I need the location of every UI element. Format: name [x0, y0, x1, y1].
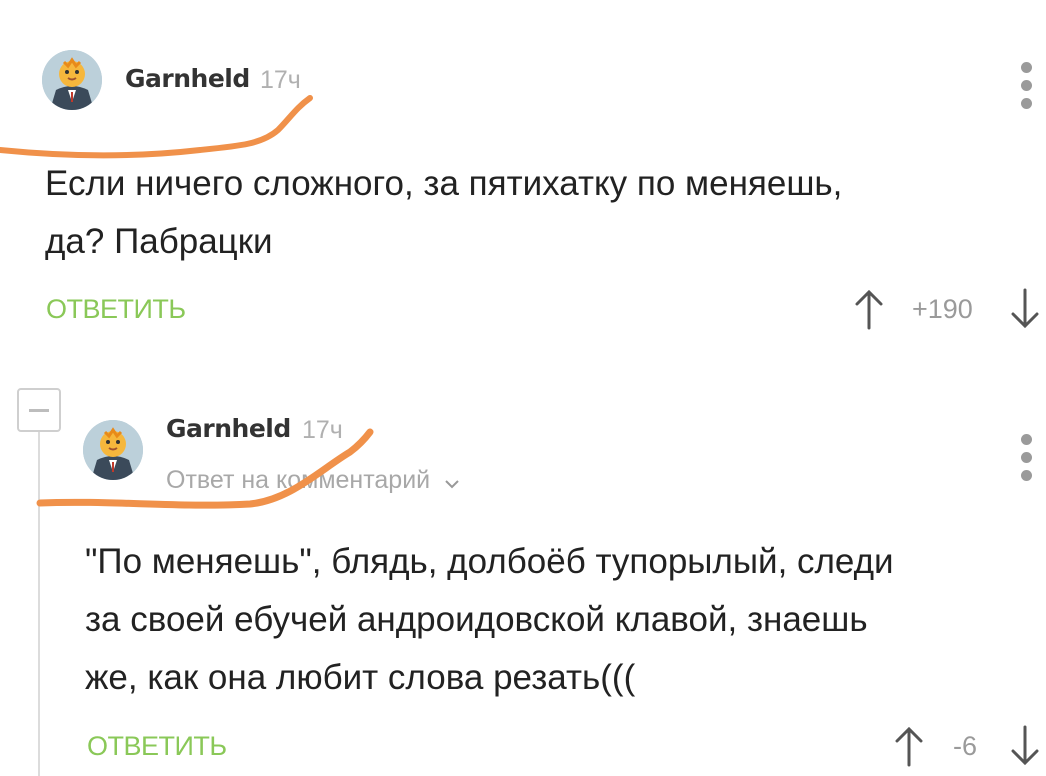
- comment-text: "По меняешь", блядь, долбоёб тупорылый, …: [85, 533, 1035, 707]
- comment-text-line: да? Пабрацки: [45, 222, 273, 261]
- arrow-down-icon[interactable]: [1008, 725, 1042, 767]
- rating-value: +190: [912, 294, 973, 324]
- comment-text-line: за своей ебучей андроидовской клавой, зн…: [85, 600, 868, 639]
- arrow-up-icon[interactable]: [852, 288, 886, 330]
- arrow-down-icon[interactable]: [1008, 288, 1042, 330]
- chevron-down-icon: [444, 480, 459, 489]
- minus-icon: [29, 409, 49, 412]
- comment-text-line: "По меняешь", блядь, долбоёб тупорылый, …: [85, 542, 894, 581]
- avatar[interactable]: [83, 420, 143, 480]
- comment-text-line: же, как она любит слова резать(((: [85, 658, 636, 697]
- author-name[interactable]: Garnheld: [125, 64, 250, 93]
- reply-button[interactable]: ОТВЕТИТЬ: [87, 731, 227, 762]
- more-vertical-icon[interactable]: [1019, 434, 1033, 488]
- reply-to-text: Ответ на комментарий: [166, 466, 431, 494]
- comment-time: 17ч: [260, 66, 301, 94]
- reply-to-link[interactable]: Ответ на комментарий: [166, 466, 461, 495]
- more-vertical-icon[interactable]: [1019, 62, 1033, 116]
- collapse-button[interactable]: [17, 388, 61, 432]
- avatar[interactable]: [42, 50, 102, 110]
- comment-text: Если ничего сложного, за пятихатку по ме…: [45, 155, 1025, 271]
- comment-time: 17ч: [302, 416, 343, 444]
- author-name[interactable]: Garnheld: [166, 414, 291, 443]
- comment-text-line: Если ничего сложного, за пятихатку по ме…: [45, 164, 843, 203]
- thread-line: [38, 432, 40, 776]
- rating-value: -6: [953, 731, 978, 761]
- arrow-up-icon[interactable]: [892, 725, 926, 767]
- reply-button[interactable]: ОТВЕТИТЬ: [46, 294, 186, 325]
